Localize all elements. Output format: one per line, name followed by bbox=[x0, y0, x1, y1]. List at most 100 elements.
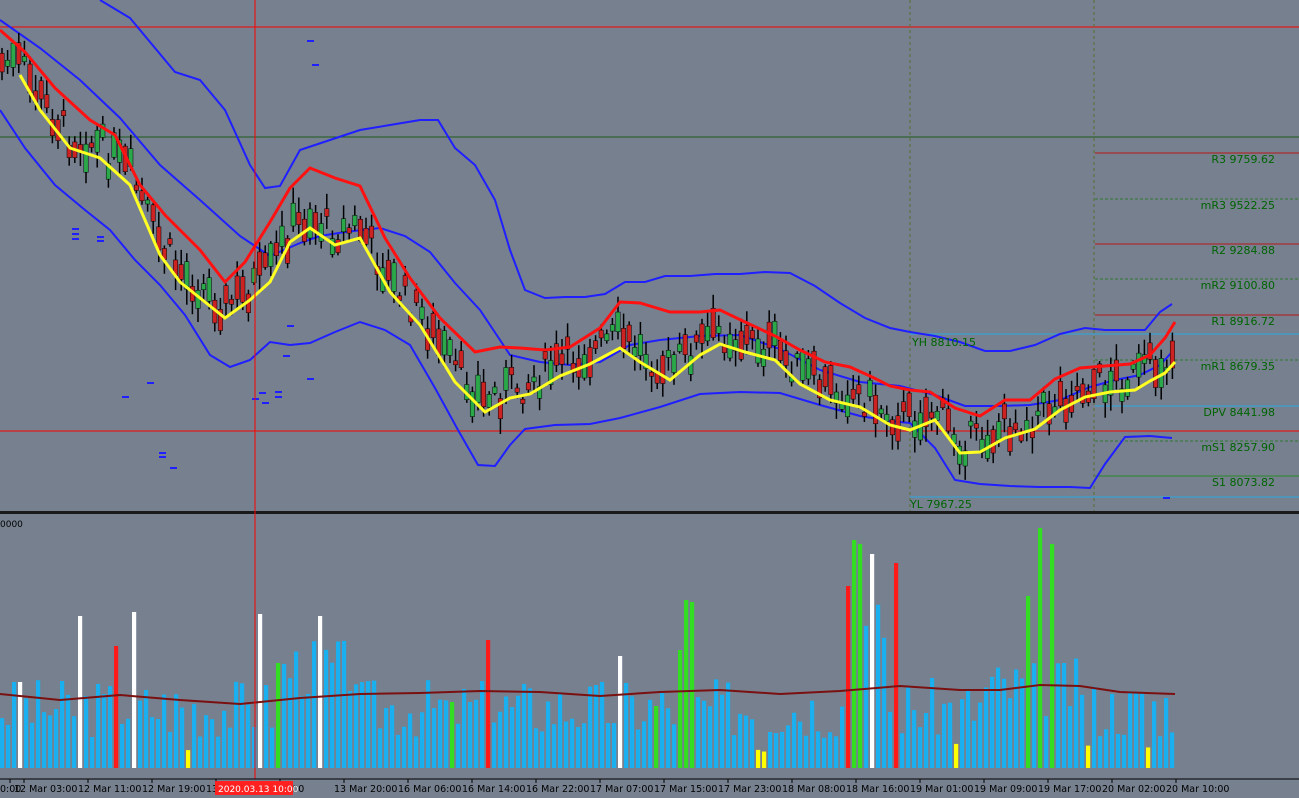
volume-bar bbox=[1014, 669, 1019, 768]
candle-body bbox=[453, 360, 459, 366]
candle-body bbox=[542, 351, 548, 360]
volume-bar bbox=[864, 625, 869, 768]
volume-bar bbox=[1122, 734, 1127, 768]
indicator-dash bbox=[1163, 497, 1170, 499]
indicator-dash bbox=[72, 238, 79, 240]
candle-body bbox=[307, 208, 313, 239]
time-axis-label: 12 Mar 19:00 bbox=[142, 784, 205, 795]
candle-body bbox=[632, 347, 638, 357]
volume-bar bbox=[222, 710, 227, 768]
trading-chart[interactable]: R3 9759.62 mR3 9522.25 R2 9284.88 mR2 9100.… bbox=[0, 0, 1299, 798]
candle-body bbox=[682, 334, 688, 355]
candle-body bbox=[447, 339, 453, 356]
volume-bar bbox=[6, 724, 11, 768]
pivot-label: R1 8916.72 bbox=[1211, 315, 1275, 328]
moving-average-fast bbox=[0, 28, 1177, 418]
time-axis-label: 19 Mar 09:00 bbox=[974, 784, 1037, 795]
volume-bar bbox=[462, 689, 467, 768]
volume-bar bbox=[1104, 729, 1109, 768]
volume-bar bbox=[402, 726, 407, 768]
volume-bar bbox=[852, 540, 857, 768]
candle-body bbox=[234, 275, 240, 300]
volume-bar bbox=[828, 732, 833, 768]
price-panel[interactable]: R3 9759.62 mR3 9522.25 R2 9284.88 mR2 9100.… bbox=[0, 0, 1299, 512]
volume-bar bbox=[612, 723, 617, 768]
volume-bar bbox=[648, 699, 653, 768]
candle-body bbox=[794, 353, 800, 359]
volume-bar bbox=[1146, 747, 1151, 768]
volume-bar bbox=[996, 667, 1001, 768]
indicator-dash bbox=[159, 456, 166, 458]
volume-bar bbox=[1110, 694, 1115, 768]
indicator-dash bbox=[97, 240, 104, 242]
volume-bar bbox=[174, 694, 179, 768]
volume-bar bbox=[78, 616, 83, 768]
candle-body bbox=[973, 423, 979, 429]
volume-bar bbox=[882, 637, 887, 768]
candle-body bbox=[229, 299, 235, 305]
candle-body bbox=[492, 386, 498, 394]
moving-average-slow bbox=[18, 74, 1177, 455]
pivot-lines: R3 9759.62 mR3 9522.25 R2 9284.88 mR2 9100.… bbox=[1095, 152, 1299, 489]
candle-body bbox=[369, 225, 375, 239]
volume-bar bbox=[750, 719, 755, 768]
candle-body bbox=[346, 227, 352, 234]
candle-body bbox=[755, 338, 761, 364]
candle-body bbox=[509, 367, 515, 376]
indicator-dash bbox=[275, 391, 282, 393]
panel-separator[interactable] bbox=[0, 511, 1299, 514]
volume-panel[interactable]: 0000 bbox=[0, 520, 1176, 768]
candle-body bbox=[783, 350, 789, 366]
volume-bar bbox=[624, 682, 629, 768]
volume-bar bbox=[390, 705, 395, 768]
volume-bar bbox=[1098, 736, 1103, 768]
volume-bar bbox=[594, 685, 599, 768]
volume-bar bbox=[498, 711, 503, 768]
time-axis-label: 16 Mar 22:00 bbox=[526, 784, 589, 795]
volume-bar bbox=[114, 646, 119, 768]
candle-body bbox=[593, 340, 599, 349]
candle-body bbox=[441, 330, 447, 356]
candle-body bbox=[481, 381, 487, 407]
volume-bar bbox=[768, 732, 773, 768]
volume-bar bbox=[894, 563, 899, 768]
volume-bar bbox=[294, 651, 299, 768]
volume-bar bbox=[246, 704, 251, 768]
candle-body bbox=[290, 202, 296, 227]
volume-bar bbox=[162, 694, 167, 768]
candle-body bbox=[279, 225, 285, 247]
candle-body bbox=[458, 350, 464, 368]
bollinger-middle-band bbox=[0, 19, 1173, 407]
candle-body bbox=[133, 184, 139, 191]
volume-bar bbox=[282, 663, 287, 768]
volume-bar bbox=[204, 715, 209, 768]
volume-bar bbox=[1056, 663, 1061, 768]
volume-bar bbox=[258, 614, 263, 768]
candle-body bbox=[850, 389, 856, 400]
bollinger-upper-band bbox=[99, 0, 1173, 352]
volume-bar bbox=[270, 727, 275, 768]
candle-body bbox=[83, 143, 89, 173]
candle-body bbox=[705, 326, 711, 342]
candle-body bbox=[901, 401, 907, 412]
time-axis-label: 17 Mar 15:00 bbox=[654, 784, 717, 795]
volume-bar bbox=[438, 699, 443, 768]
volume-bar bbox=[330, 662, 335, 768]
candle-body bbox=[520, 398, 526, 404]
volume-bar bbox=[126, 718, 131, 768]
volume-bar bbox=[558, 694, 563, 768]
volume-bar bbox=[1134, 693, 1139, 768]
volume-bar bbox=[1086, 745, 1091, 768]
candle-body bbox=[1041, 392, 1047, 404]
volume-bar bbox=[240, 683, 245, 768]
volume-bar bbox=[1038, 528, 1043, 768]
volume-bar bbox=[486, 640, 491, 768]
candle-body bbox=[201, 283, 207, 290]
candle-body bbox=[929, 411, 935, 419]
volume-bar bbox=[1128, 691, 1133, 768]
volume-bar bbox=[1002, 678, 1007, 768]
volume-bar bbox=[960, 699, 965, 768]
indicator-dash bbox=[97, 236, 104, 238]
volume-bar bbox=[636, 729, 641, 768]
candle-body bbox=[10, 42, 16, 68]
